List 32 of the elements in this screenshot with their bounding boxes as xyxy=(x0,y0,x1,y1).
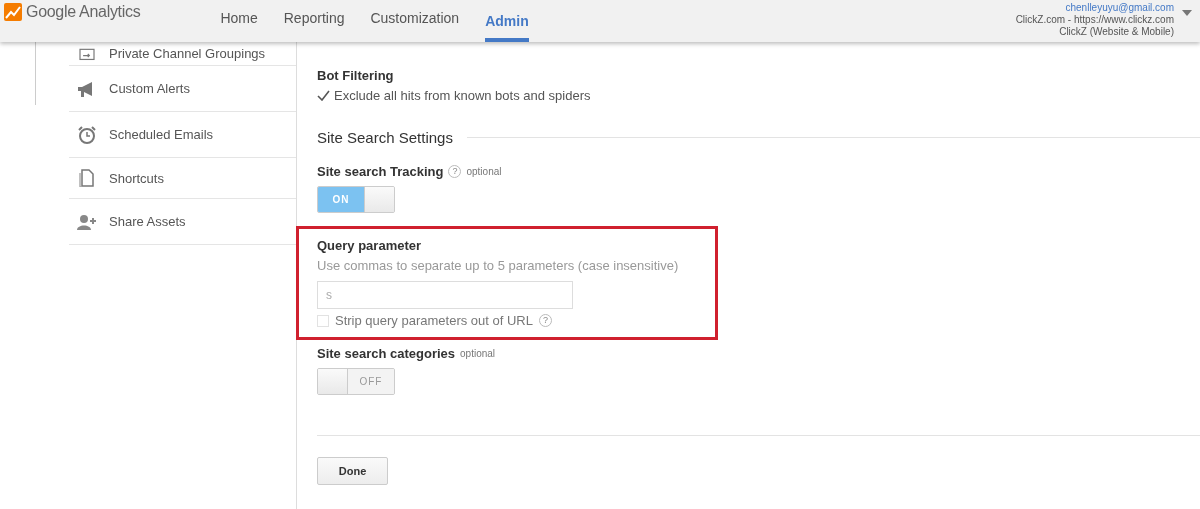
checkbox[interactable] xyxy=(317,314,329,327)
logo-icon xyxy=(4,3,22,21)
section-heading: Site Search Settings xyxy=(317,129,453,146)
optional-note: optional xyxy=(466,166,502,177)
nav-tab[interactable]: Admin xyxy=(485,0,529,42)
sidebar-item[interactable]: Scheduled Emails xyxy=(69,112,296,158)
field-label: Query parameter xyxy=(317,238,423,253)
view-name: ClickZ (Website & Mobile) xyxy=(1059,26,1174,38)
caret-icon xyxy=(1182,10,1192,16)
property-name: ClickZ.com - https://www.clickz.com xyxy=(1015,14,1174,26)
checkbox-label: Strip query parameters out of URL xyxy=(335,313,533,328)
section-title: Bot Filtering xyxy=(317,68,395,83)
add-user-icon xyxy=(77,212,97,231)
nav-tab[interactable]: Home xyxy=(220,0,258,37)
option-label: Exclude all hits from known bots and spiders xyxy=(334,88,591,103)
document-icon xyxy=(77,169,97,187)
field-label: Site search categories xyxy=(317,346,456,361)
sidebar-item[interactable]: Shortcuts xyxy=(69,158,296,199)
nav-tab[interactable]: Reporting xyxy=(283,0,345,37)
brand-name: Google Analytics xyxy=(26,3,141,21)
sidebar-item[interactable]: Custom Alerts xyxy=(69,66,296,112)
done-button[interactable]: Done xyxy=(317,457,388,485)
field-label: Site search Tracking xyxy=(317,164,444,179)
hint-text: Use commas to separate up to 5 parameters (case insensitive) xyxy=(317,258,680,273)
alarm-clock-icon xyxy=(77,125,97,144)
account-email: chenlleyuyu@gmail.com xyxy=(1065,2,1174,14)
input-field[interactable]: s xyxy=(317,281,573,309)
optional-note: optional xyxy=(460,348,496,359)
sidebar-item[interactable]: Share Assets xyxy=(69,199,296,245)
nav-tab[interactable]: Customization xyxy=(370,0,460,37)
channel-icon xyxy=(77,46,97,61)
sidebar-item[interactable]: Private Channel Groupings xyxy=(69,42,296,66)
